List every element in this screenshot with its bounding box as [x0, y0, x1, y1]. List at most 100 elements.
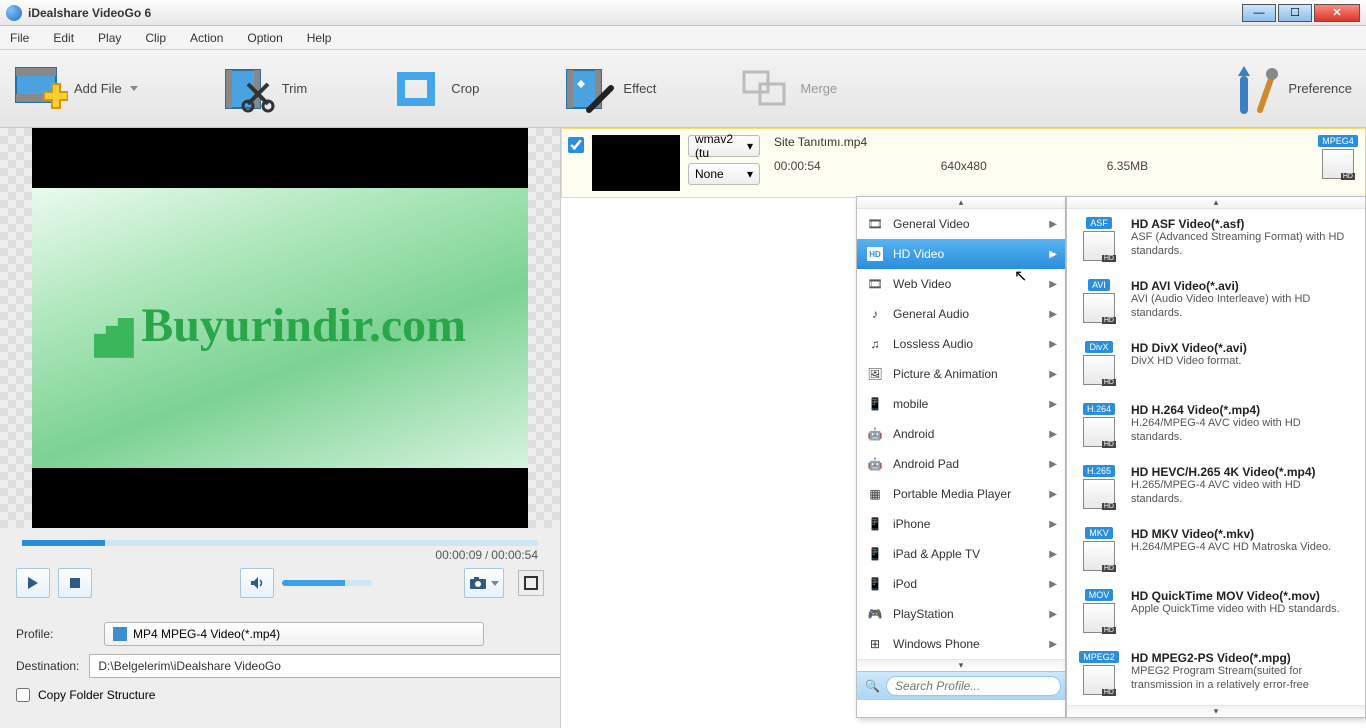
format-icon: DivX	[1077, 341, 1121, 387]
category-scroll-down[interactable]	[857, 659, 1065, 671]
menu-help[interactable]: Help	[307, 31, 332, 45]
category-label: Portable Media Player	[893, 487, 1011, 501]
format-item[interactable]: MOVHD QuickTime MOV Video(*.mov)Apple Qu…	[1067, 581, 1365, 643]
maximize-button[interactable]: ☐	[1278, 4, 1312, 22]
titlebar: iDealshare VideoGo 6 — ☐ ✕	[0, 0, 1366, 26]
crop-icon	[387, 62, 445, 116]
category-icon: 📱	[867, 547, 883, 561]
category-icon: 🤖	[867, 457, 883, 471]
effect-button[interactable]: Effect	[559, 62, 656, 116]
time-total: 00:00:54	[491, 548, 538, 562]
codec-combo[interactable]: wmav2 (tu▾	[688, 135, 760, 157]
format-scroll-down[interactable]	[1067, 705, 1365, 717]
format-item[interactable]: AVIHD AVI Video(*.avi)AVI (Audio Video I…	[1067, 271, 1365, 333]
category-item[interactable]: 📱iPhone▶	[857, 509, 1065, 539]
menu-play[interactable]: Play	[98, 31, 121, 45]
profile-menu: 🎞General Video▶HDHD Video▶🎞Web Video▶♪Ge…	[856, 196, 1366, 718]
format-item[interactable]: DivXHD DivX Video(*.avi)DivX HD Video fo…	[1067, 333, 1365, 395]
format-desc: AVI (Audio Video Interleave) with HD sta…	[1131, 293, 1355, 321]
output-format-badge: MPEG4	[1318, 135, 1358, 147]
category-label: Android Pad	[893, 457, 959, 471]
category-icon: 🤖	[867, 427, 883, 441]
chevron-right-icon: ▶	[1049, 219, 1057, 230]
format-desc: H.265/MPEG-4 AVC video with HD standards…	[1131, 479, 1355, 507]
menu-action[interactable]: Action	[190, 31, 223, 45]
category-item[interactable]: ▦Portable Media Player▶	[857, 479, 1065, 509]
category-item[interactable]: 🎮PlayStation▶	[857, 599, 1065, 629]
destination-input[interactable]: D:\Belgelerim\iDealshare VideoGo	[89, 654, 609, 678]
category-item[interactable]: ♪General Audio▶	[857, 299, 1065, 329]
category-item[interactable]: HDHD Video▶	[857, 239, 1065, 269]
mute-button[interactable]	[240, 568, 274, 598]
format-item[interactable]: MPEG2HD MPEG2-PS Video(*.mpg)MPEG2 Progr…	[1067, 643, 1365, 705]
chevron-right-icon: ▶	[1049, 339, 1057, 350]
profile-combo[interactable]: MP4 MPEG-4 Video(*.mp4)	[104, 622, 484, 646]
menu-option[interactable]: Option	[247, 31, 282, 45]
fullscreen-button[interactable]	[518, 570, 544, 596]
menu-clip[interactable]: Clip	[145, 31, 166, 45]
output-format-icon[interactable]: MPEG4	[1317, 135, 1359, 181]
trim-button[interactable]: Trim	[218, 62, 308, 116]
menu-file[interactable]: File	[10, 31, 29, 45]
category-label: Android	[893, 427, 934, 441]
format-icon: AVI	[1077, 279, 1121, 325]
category-label: Windows Phone	[893, 637, 980, 651]
preference-label: Preference	[1288, 81, 1352, 96]
format-desc: MPEG2 Program Stream(suited for transmis…	[1131, 665, 1355, 693]
format-item[interactable]: H.264HD H.264 Video(*.mp4)H.264/MPEG-4 A…	[1067, 395, 1365, 457]
add-file-button[interactable]: Add File	[10, 62, 138, 116]
format-desc: H.264/MPEG-4 AVC HD Matroska Video.	[1131, 541, 1331, 555]
close-button[interactable]: ✕	[1314, 4, 1360, 22]
category-item[interactable]: 🎞Web Video▶	[857, 269, 1065, 299]
menu-edit[interactable]: Edit	[53, 31, 74, 45]
profile-format-icon	[113, 627, 127, 641]
brand-text-main: Buyur	[141, 299, 272, 352]
stop-button[interactable]	[58, 568, 92, 598]
category-item[interactable]: 🎞General Video▶	[857, 209, 1065, 239]
preview-area[interactable]: Buyurindir.com	[0, 128, 560, 528]
format-item[interactable]: H.265HD HEVC/H.265 4K Video(*.mp4)H.265/…	[1067, 457, 1365, 519]
preference-button[interactable]: Preference	[1224, 62, 1352, 116]
crop-button[interactable]: Crop	[387, 62, 479, 116]
chevron-right-icon: ▶	[1049, 519, 1057, 530]
time-current: 00:00:09	[435, 548, 482, 562]
category-menu: 🎞General Video▶HDHD Video▶🎞Web Video▶♪Ge…	[856, 196, 1066, 718]
category-icon: 📱	[867, 397, 883, 411]
chevron-right-icon: ▶	[1049, 279, 1057, 290]
file-resolution: 640x480	[941, 159, 987, 173]
volume-slider[interactable]	[282, 580, 372, 586]
play-button[interactable]	[16, 568, 50, 598]
format-title: HD MPEG2-PS Video(*.mpg)	[1131, 651, 1355, 665]
minimize-button[interactable]: —	[1242, 4, 1276, 22]
preference-icon	[1224, 62, 1282, 116]
format-item[interactable]: MKVHD MKV Video(*.mkv)H.264/MPEG-4 AVC H…	[1067, 519, 1365, 581]
category-icon: 🎞	[867, 277, 883, 291]
category-item[interactable]: 🤖Android Pad▶	[857, 449, 1065, 479]
category-scroll-up[interactable]	[857, 197, 1065, 209]
format-item[interactable]: ASFHD ASF Video(*.asf)ASF (Advanced Stre…	[1067, 209, 1365, 271]
brand-logo-icon	[94, 318, 134, 358]
format-scroll-up[interactable]	[1067, 197, 1365, 209]
category-item[interactable]: 📱iPad & Apple TV▶	[857, 539, 1065, 569]
format-icon: ASF	[1077, 217, 1121, 263]
copy-folder-checkbox[interactable]	[16, 688, 30, 702]
seek-bar[interactable]	[22, 540, 538, 546]
format-desc: ASF (Advanced Streaming Format) with HD …	[1131, 231, 1355, 259]
effect-label: Effect	[623, 81, 656, 96]
chevron-right-icon: ▶	[1049, 369, 1057, 380]
category-item[interactable]: ♫Lossless Audio▶	[857, 329, 1065, 359]
chevron-right-icon: ▶	[1049, 489, 1057, 500]
category-item[interactable]: 📱iPod▶	[857, 569, 1065, 599]
category-item[interactable]: 🤖Android▶	[857, 419, 1065, 449]
file-checkbox[interactable]	[568, 137, 584, 153]
snapshot-button[interactable]	[464, 568, 504, 598]
file-row[interactable]: wmav2 (tu▾ None▾ Site Tanıtımı.mp4 00:00…	[561, 128, 1366, 198]
category-item[interactable]: 📱mobile▶	[857, 389, 1065, 419]
merge-button[interactable]: Merge	[736, 62, 837, 116]
search-profile-input[interactable]	[886, 676, 1061, 696]
category-item[interactable]: ⊞Windows Phone▶	[857, 629, 1065, 659]
category-icon: 🖼	[867, 367, 883, 381]
subtitle-combo[interactable]: None▾	[688, 163, 760, 185]
window-controls: — ☐ ✕	[1242, 4, 1360, 22]
category-item[interactable]: 🖼Picture & Animation▶	[857, 359, 1065, 389]
